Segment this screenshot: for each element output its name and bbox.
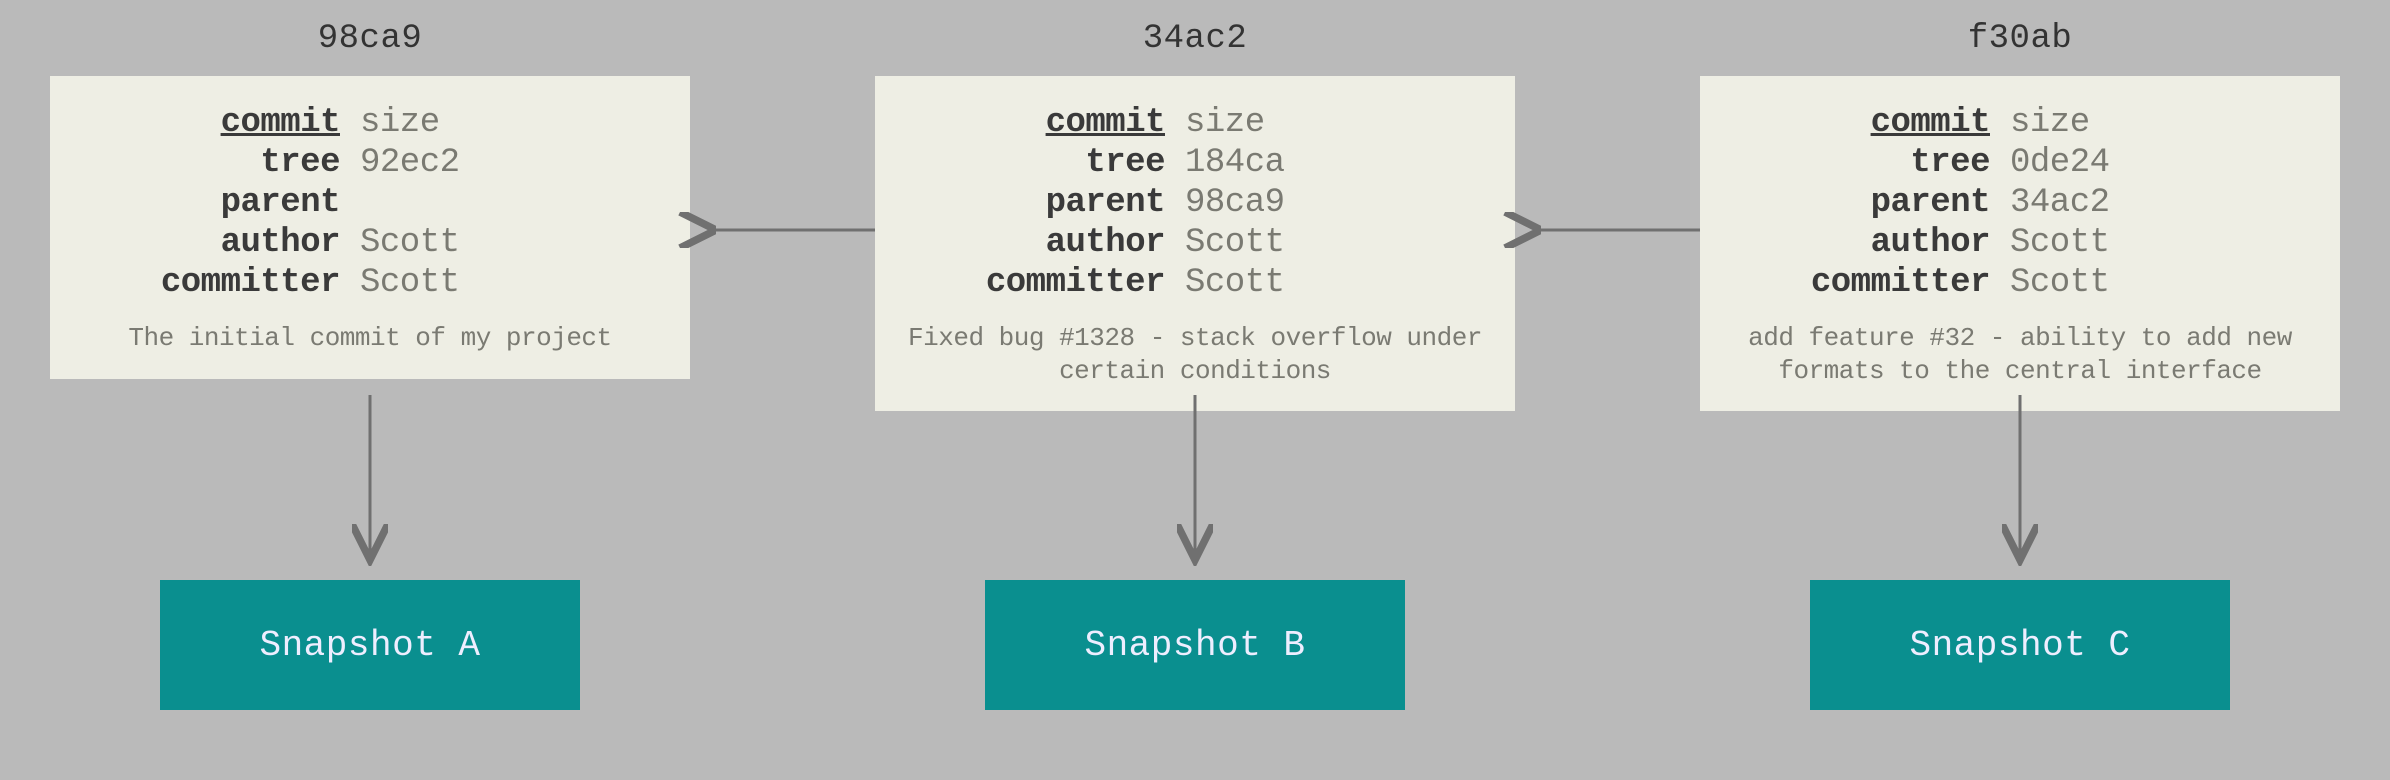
- snapshot-box: Snapshot C: [1810, 580, 2230, 710]
- snapshot-label: Snapshot B: [1084, 625, 1305, 666]
- commit-field-commit: commit size: [905, 104, 1485, 142]
- commit-field-author: author Scott: [1730, 224, 2310, 262]
- commit-field-parent: parent 98ca9: [905, 184, 1485, 222]
- field-value: Scott: [2010, 264, 2110, 302]
- field-value: size: [2010, 104, 2090, 142]
- field-value: 98ca9: [1185, 184, 1285, 222]
- commit-field-parent: parent 34ac2: [1730, 184, 2310, 222]
- field-value: 34ac2: [2010, 184, 2110, 222]
- commit-hash: 98ca9: [318, 20, 423, 58]
- commit-hash: f30ab: [1968, 20, 2073, 58]
- commit-field-author: author Scott: [905, 224, 1485, 262]
- field-value: Scott: [360, 264, 460, 302]
- field-label: parent: [905, 184, 1185, 222]
- field-label: author: [905, 224, 1185, 262]
- field-label: committer: [905, 264, 1185, 302]
- commit-field-committer: committer Scott: [80, 264, 660, 302]
- field-label: committer: [80, 264, 360, 302]
- field-value: 92ec2: [360, 144, 460, 182]
- field-label: commit: [1730, 104, 2010, 142]
- commit-box: commit size tree 92ec2 parent author Sco…: [50, 76, 690, 379]
- commit-hash: 34ac2: [1143, 20, 1248, 58]
- field-value: Scott: [1185, 224, 1285, 262]
- field-value: size: [360, 104, 440, 142]
- field-value: Scott: [2010, 224, 2110, 262]
- snapshot-label: Snapshot A: [259, 625, 480, 666]
- field-label: tree: [1730, 144, 2010, 182]
- field-label: commit: [80, 104, 360, 142]
- commit-field-commit: commit size: [1730, 104, 2310, 142]
- field-value: Scott: [1185, 264, 1285, 302]
- commit-message: The initial commit of my project: [80, 322, 660, 355]
- commit-column: 98ca9 commit size tree 92ec2 parent auth…: [50, 20, 690, 379]
- commit-box: commit size tree 0de24 parent 34ac2 auth…: [1700, 76, 2340, 411]
- field-label: commit: [905, 104, 1185, 142]
- field-value: 0de24: [2010, 144, 2110, 182]
- commit-message: Fixed bug #1328 - stack overflow under c…: [905, 322, 1485, 387]
- field-label: author: [80, 224, 360, 262]
- field-value: Scott: [360, 224, 460, 262]
- commit-field-parent: parent: [80, 184, 660, 222]
- field-label: parent: [80, 184, 360, 222]
- field-label: author: [1730, 224, 2010, 262]
- commit-field-author: author Scott: [80, 224, 660, 262]
- commit-column: f30ab commit size tree 0de24 parent 34ac…: [1700, 20, 2340, 411]
- snapshot-box: Snapshot A: [160, 580, 580, 710]
- commit-field-tree: tree 184ca: [905, 144, 1485, 182]
- snapshot-label: Snapshot C: [1909, 625, 2130, 666]
- commit-field-committer: committer Scott: [905, 264, 1485, 302]
- commit-field-tree: tree 0de24: [1730, 144, 2310, 182]
- snapshot-box: Snapshot B: [985, 580, 1405, 710]
- field-value: 184ca: [1185, 144, 1285, 182]
- field-label: tree: [905, 144, 1185, 182]
- field-label: tree: [80, 144, 360, 182]
- field-label: parent: [1730, 184, 2010, 222]
- commit-box: commit size tree 184ca parent 98ca9 auth…: [875, 76, 1515, 411]
- commit-field-committer: committer Scott: [1730, 264, 2310, 302]
- commit-field-tree: tree 92ec2: [80, 144, 660, 182]
- commit-column: 34ac2 commit size tree 184ca parent 98ca…: [875, 20, 1515, 411]
- field-value: size: [1185, 104, 1265, 142]
- commit-field-commit: commit size: [80, 104, 660, 142]
- field-label: committer: [1730, 264, 2010, 302]
- commit-message: add feature #32 - ability to add new for…: [1730, 322, 2310, 387]
